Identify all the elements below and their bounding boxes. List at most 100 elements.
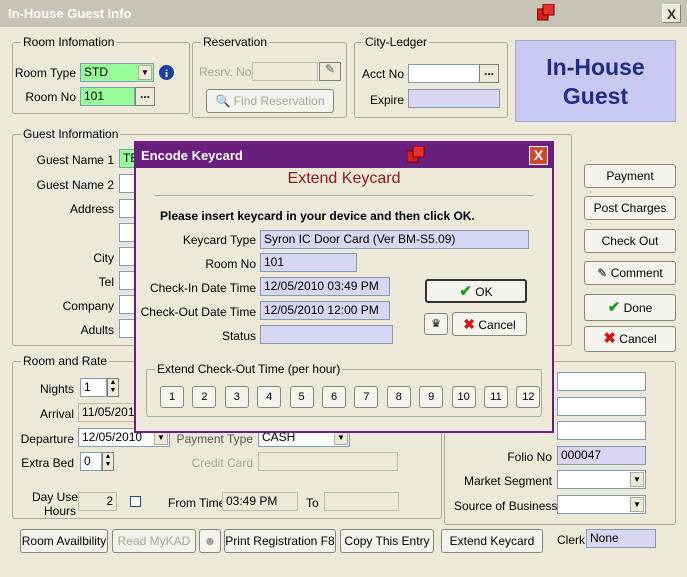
extend-hour-button[interactable]: 10 bbox=[451, 386, 476, 408]
keycard-type-field[interactable]: Syron IC Door Card (Ver BM-S5.09) bbox=[260, 230, 529, 249]
comment-button[interactable]: ✎ Comment bbox=[584, 261, 676, 285]
acct-browse-button[interactable]: ... bbox=[479, 64, 499, 83]
extra-bed-spinner[interactable]: ▲ ▼ bbox=[102, 452, 114, 471]
extend-hour-button[interactable]: 12 bbox=[516, 386, 541, 408]
day-use-checkbox[interactable] bbox=[130, 496, 141, 507]
dialog-room-no-field[interactable]: 101 bbox=[260, 253, 357, 272]
cancel-label: Cancel bbox=[619, 332, 657, 346]
extend-hour-button[interactable]: 9 bbox=[419, 386, 444, 408]
folio-no-field[interactable]: 000047 bbox=[557, 446, 646, 465]
print-registration-button[interactable]: Print Registration F8 bbox=[224, 529, 336, 553]
tel-label: Tel bbox=[98, 275, 114, 289]
resrv-no-field[interactable] bbox=[252, 62, 318, 81]
done-button[interactable]: ✔ Done bbox=[584, 294, 676, 321]
from-time-field[interactable]: 03:49 PM bbox=[222, 492, 298, 511]
app-logo-icon bbox=[537, 4, 555, 21]
extend-hour-button[interactable]: 7 bbox=[354, 386, 379, 408]
post-charges-button[interactable]: Post Charges bbox=[584, 196, 676, 220]
check-out-button[interactable]: Check Out bbox=[584, 229, 676, 253]
folio-no-label: Folio No bbox=[507, 450, 552, 464]
market-segment-label: Market Segment bbox=[463, 474, 552, 488]
cancel-button[interactable]: ✖ Cancel bbox=[584, 326, 676, 352]
adults-label: Adults bbox=[80, 323, 114, 337]
arrival-field[interactable]: 11/05/201 bbox=[78, 403, 136, 422]
reader-icon[interactable]: ♛ bbox=[424, 313, 448, 335]
extend-hour-button[interactable]: 5 bbox=[289, 386, 314, 408]
dialog-title-bar: Encode Keycard X bbox=[136, 143, 552, 168]
dialog-instruction: Please insert keycard in your device and… bbox=[160, 209, 475, 223]
address-field-1[interactable] bbox=[119, 199, 135, 218]
chevron-down-icon[interactable]: ▼ bbox=[630, 472, 644, 487]
extend-hour-button[interactable]: 3 bbox=[224, 386, 249, 408]
room-type-select[interactable]: STD ▼ bbox=[80, 63, 154, 82]
address-field-2[interactable] bbox=[119, 223, 135, 242]
dialog-cancel-button[interactable]: ✖ Cancel bbox=[452, 312, 527, 336]
day-use-hours-label: Hours bbox=[44, 504, 77, 518]
tel-field[interactable] bbox=[119, 271, 135, 290]
status-field[interactable] bbox=[260, 325, 393, 344]
guest-name2-field[interactable] bbox=[119, 174, 135, 193]
cross-icon: ✖ bbox=[463, 316, 476, 332]
extend-keycard-button[interactable]: Extend Keycard bbox=[441, 529, 543, 553]
right-field-2[interactable] bbox=[557, 397, 646, 416]
clerk-label: Clerk bbox=[557, 533, 586, 547]
checkout-label: Check-Out Date Time bbox=[140, 305, 256, 319]
extend-hour-button[interactable]: 2 bbox=[192, 386, 217, 408]
dialog-room-no-label: Room No bbox=[205, 257, 256, 271]
dialog-title: Encode Keycard bbox=[141, 148, 243, 163]
in-house-guest-window: In-House Guest Info X Room Infomation Ro… bbox=[0, 0, 687, 577]
extend-hour-button[interactable]: 11 bbox=[484, 386, 508, 408]
day-use-hours-field[interactable]: 2 bbox=[78, 492, 117, 511]
dialog-heading: Extend Keycard bbox=[287, 170, 401, 187]
acct-no-field[interactable] bbox=[408, 64, 480, 83]
right-field-1[interactable] bbox=[557, 372, 646, 391]
cross-icon: ✖ bbox=[603, 330, 616, 347]
eraser-icon[interactable]: ✎ bbox=[319, 62, 341, 81]
guest-name1-label: Guest Name 1 bbox=[36, 153, 114, 167]
room-browse-button[interactable]: ... bbox=[135, 87, 155, 106]
find-reservation-button[interactable]: 🔍 Find Reservation bbox=[206, 89, 334, 113]
window-close-button[interactable]: X bbox=[662, 4, 681, 23]
checkin-label: Check-In Date Time bbox=[149, 281, 256, 295]
company-field[interactable] bbox=[119, 295, 135, 314]
read-mykad-button[interactable]: Read MyKAD bbox=[112, 529, 196, 553]
credit-card-field[interactable] bbox=[258, 452, 398, 471]
extra-bed-label: Extra Bed bbox=[21, 456, 74, 470]
nights-field[interactable]: 1 bbox=[80, 378, 107, 397]
dialog-close-button[interactable]: X bbox=[529, 146, 548, 165]
city-field[interactable] bbox=[119, 247, 135, 266]
copy-entry-button[interactable]: Copy This Entry bbox=[340, 529, 434, 553]
extend-hour-button[interactable]: 8 bbox=[386, 386, 411, 408]
dialog-cancel-label: Cancel bbox=[478, 318, 516, 332]
checkin-field[interactable]: 12/05/2010 03:49 PM bbox=[260, 277, 390, 296]
person-icon[interactable]: ☻ bbox=[199, 529, 221, 553]
extra-bed-field[interactable]: 0 bbox=[80, 452, 102, 471]
expire-field[interactable] bbox=[408, 89, 500, 108]
nights-spinner[interactable]: ▲ ▼ bbox=[107, 378, 119, 397]
chevron-down-icon[interactable]: ▼ bbox=[630, 497, 644, 512]
extend-hour-button[interactable]: 1 bbox=[160, 386, 184, 408]
room-availability-button[interactable]: Room Availbility bbox=[20, 529, 108, 553]
chevron-down-icon[interactable]: ▼ bbox=[138, 65, 152, 80]
banner-line2: Guest bbox=[562, 83, 629, 109]
guest-name1-field[interactable]: TE bbox=[119, 149, 135, 168]
in-house-guest-banner: In-House Guest bbox=[515, 40, 676, 122]
window-title: In-House Guest Info bbox=[8, 6, 132, 21]
vehicle-no-field[interactable] bbox=[557, 421, 646, 440]
adults-field[interactable] bbox=[119, 319, 135, 338]
source-of-business-select[interactable]: ▼ bbox=[557, 495, 646, 514]
extend-hour-button[interactable]: 4 bbox=[257, 386, 282, 408]
room-information-title: Room Infomation bbox=[21, 35, 117, 49]
dialog-ok-button[interactable]: ✔ OK bbox=[425, 279, 527, 303]
payment-button[interactable]: Payment bbox=[584, 164, 676, 188]
checkmark-icon: ✔ bbox=[607, 299, 621, 316]
to-field[interactable] bbox=[324, 492, 399, 511]
extend-hour-button[interactable]: 6 bbox=[322, 386, 346, 408]
info-icon[interactable]: i bbox=[158, 64, 175, 81]
checkout-field[interactable]: 12/05/2010 12:00 PM bbox=[260, 301, 390, 320]
room-no-field[interactable]: 101 bbox=[80, 87, 135, 106]
checkmark-icon: ✔ bbox=[459, 283, 472, 300]
room-type-label: Room Type bbox=[14, 66, 76, 80]
app-logo-icon bbox=[407, 146, 425, 163]
market-segment-select[interactable]: ▼ bbox=[557, 470, 646, 489]
